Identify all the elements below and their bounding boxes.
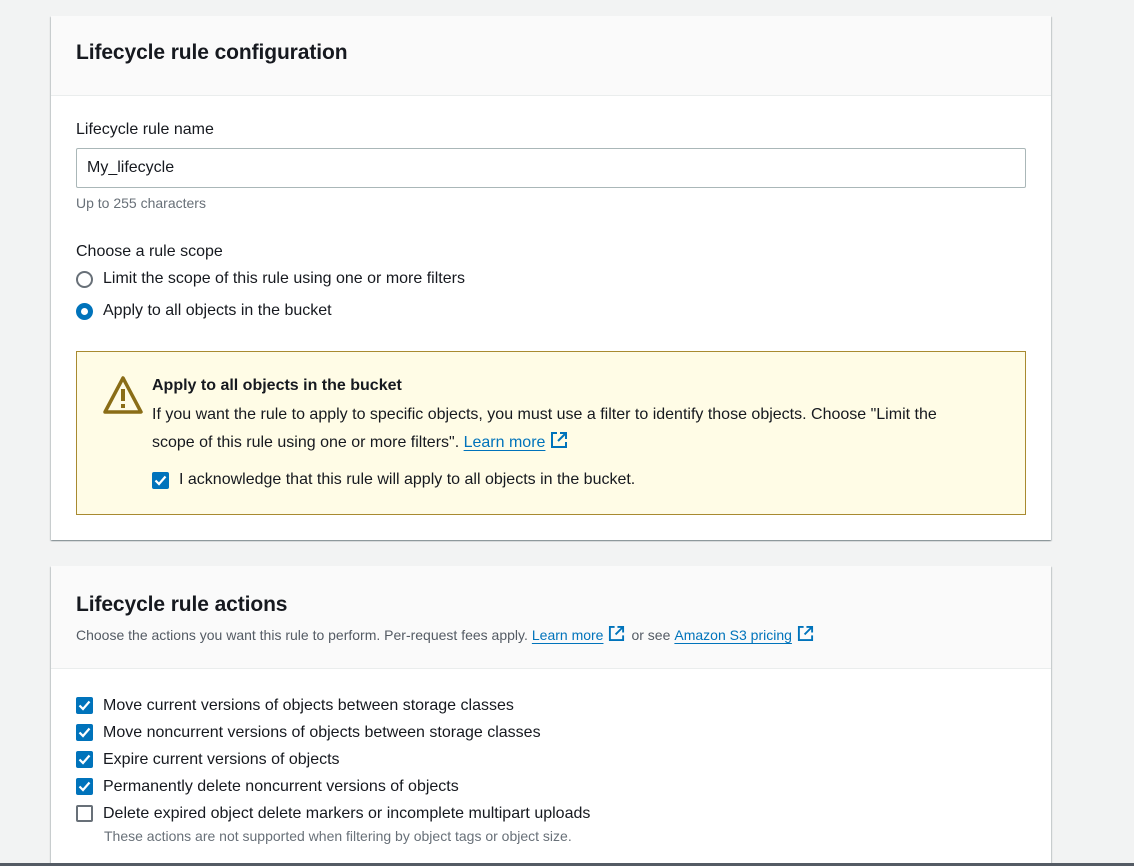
action-checkbox[interactable] [76,724,93,741]
action-label: Move current versions of objects between… [103,696,514,714]
desc-middle: or see [631,627,671,643]
radio-button-selected[interactable] [76,302,93,320]
learn-more-link[interactable]: Learn more [463,432,569,451]
scope-option-label: Limit the scope of this rule using one o… [103,270,465,287]
warning-alert: Apply to all objects in the bucket If yo… [76,351,1026,515]
rule-name-hint: Up to 255 characters [76,195,206,211]
warning-icon [102,375,144,420]
panel-header: Lifecycle rule actions Choose the action… [51,566,1051,669]
learn-more-label: Learn more [463,434,546,451]
learn-more-label: Learn more [531,627,604,643]
action-label: Expire current versions of objects [103,750,340,768]
panel-body: Lifecycle rule name Up to 255 characters… [51,96,1051,539]
action-checkbox[interactable] [76,751,93,768]
external-link-icon [608,625,625,645]
lifecycle-actions-panel: Lifecycle rule actions Choose the action… [51,566,1051,866]
alert-text: If you want the rule to apply to specifi… [152,401,972,459]
acknowledge-checkbox[interactable] [152,471,169,489]
actions-hint: These actions are not supported when fil… [104,828,572,844]
learn-more-link[interactable]: Learn more [532,625,626,645]
alert-title: Apply to all objects in the bucket [152,377,402,394]
desc-prefix: Choose the actions you want this rule to… [76,627,528,643]
scope-option-filter[interactable]: Limit the scope of this rule using one o… [76,267,465,291]
acknowledge-label: I acknowledge that this rule will apply … [179,471,636,488]
s3-pricing-link[interactable]: Amazon S3 pricing [674,625,814,645]
action-move-current-versions[interactable]: Move current versions of objects between… [76,692,1026,719]
action-delete-expired-markers[interactable]: Delete expired object delete markers or … [76,800,1026,827]
acknowledge-checkbox-row[interactable]: I acknowledge that this rule will apply … [152,468,635,492]
s3-pricing-label: Amazon S3 pricing [674,627,792,643]
action-checkbox[interactable] [76,805,93,822]
action-checkbox[interactable] [76,697,93,714]
action-move-noncurrent-versions[interactable]: Move noncurrent versions of objects betw… [76,719,1026,746]
lifecycle-config-panel: Lifecycle rule configuration Lifecycle r… [51,16,1051,540]
panel-description: Choose the actions you want this rule to… [76,625,1026,645]
panel-title: Lifecycle rule actions [76,593,288,616]
external-link-icon [550,431,568,459]
panel-title: Lifecycle rule configuration [76,41,348,64]
scope-option-all-objects[interactable]: Apply to all objects in the bucket [76,299,332,323]
external-link-icon [797,625,814,645]
rule-name-input[interactable] [76,148,1026,188]
action-label: Delete expired object delete markers or … [103,804,591,822]
action-label: Permanently delete noncurrent versions o… [103,777,459,795]
action-checkbox[interactable] [76,778,93,795]
rule-scope-label: Choose a rule scope [76,243,223,260]
scope-option-label: Apply to all objects in the bucket [103,302,332,319]
rule-name-label: Lifecycle rule name [76,121,214,138]
panel-header: Lifecycle rule configuration [51,16,1051,96]
radio-button[interactable] [76,270,93,288]
action-label: Move noncurrent versions of objects betw… [103,723,541,741]
action-expire-current-versions[interactable]: Expire current versions of objects [76,746,1026,773]
action-permanently-delete-noncurrent[interactable]: Permanently delete noncurrent versions o… [76,773,1026,800]
panel-body: Move current versions of objects between… [51,669,1051,844]
